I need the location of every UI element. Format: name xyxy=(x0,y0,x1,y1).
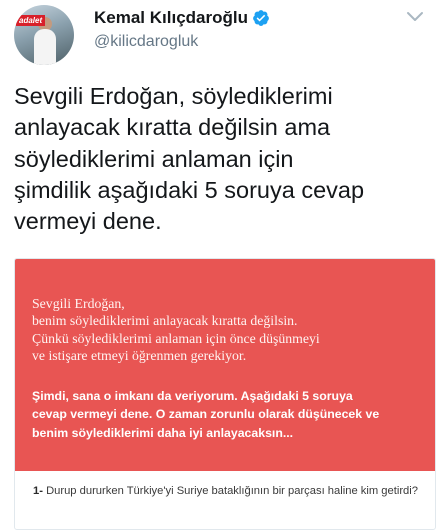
question-number: 1- xyxy=(33,485,43,497)
letter-text: Sevgili Erdoğan, benim söylediklerimi an… xyxy=(32,296,320,364)
chevron-down-icon[interactable] xyxy=(405,10,425,24)
letter-panel: Sevgili Erdoğan, benim söylediklerimi an… xyxy=(15,259,435,471)
question-text: Durup dururken Türkiye'yi Suriye bataklı… xyxy=(46,485,418,497)
avatar-figure xyxy=(34,29,56,65)
avatar[interactable]: adalet xyxy=(14,5,74,65)
author-handle[interactable]: @kilicdarogluk xyxy=(94,33,198,51)
tweet-header: adalet Kemal Kılıçdaroğlu @kilicdarogluk xyxy=(0,0,443,72)
verified-badge-icon xyxy=(253,10,269,26)
author-name[interactable]: Kemal Kılıçdaroğlu xyxy=(94,8,248,28)
avatar-badge: adalet xyxy=(16,15,46,26)
tweet-text: Sevgili Erdoğan, söylediklerimi anlayaca… xyxy=(14,83,365,235)
challenge-text: Şimdi, sana o imkanı da veriyorum. Aşağı… xyxy=(32,389,380,440)
question-item: 1- Durup dururken Türkiye'yi Suriye bata… xyxy=(33,485,428,498)
attached-image-card[interactable]: Sevgili Erdoğan, benim söylediklerimi an… xyxy=(14,258,436,530)
